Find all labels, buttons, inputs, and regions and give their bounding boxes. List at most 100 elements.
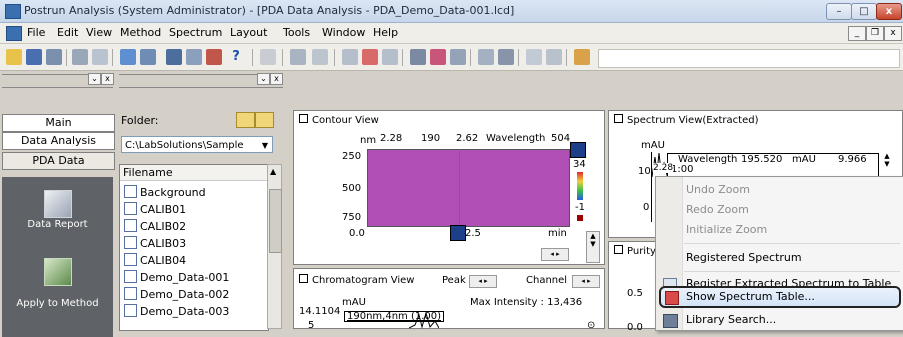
spectrum-tool-icon[interactable] [312,49,328,65]
window-box-icon [299,114,308,123]
list-item[interactable]: CALIB02 [124,219,186,233]
contour-xtick: min [548,228,567,239]
open-folder-icon[interactable] [6,49,22,65]
toolbar-separator [518,49,519,66]
menu-method[interactable]: Method [120,26,161,39]
sidebar-item-apply-to-method[interactable]: Apply to Method [2,298,113,309]
mdi-close-button[interactable]: x [884,26,902,41]
title-bar: Postrun Analysis (System Administrator) … [0,0,903,23]
cursor-marker-icon[interactable] [570,142,586,158]
purity-ytick: 0.0 [627,322,643,333]
chevron-down-icon[interactable]: ▼ [262,137,268,154]
mdi-restore-button[interactable]: ❐ [866,26,884,41]
table-icon[interactable] [342,49,358,65]
folder-label: Folder: [121,114,159,127]
peak-table-icon[interactable] [498,49,514,65]
list-item[interactable]: Demo_Data-002 [124,287,229,301]
purity-ytick: 0.5 [627,288,643,299]
report-icon[interactable] [526,49,542,65]
undo-icon[interactable] [260,49,276,65]
toolbar-input-field[interactable] [598,49,900,68]
tab-main[interactable]: Main [2,114,115,132]
explorer-menu-button[interactable]: ⌄ [257,73,270,85]
chromatogram-cursor-value: 14.1104 [299,306,341,317]
peak-nav-buttons[interactable]: ◂ ▸ [469,275,497,288]
list-item[interactable]: CALIB04 [124,253,186,267]
menu-edit[interactable]: Edit [57,26,78,39]
scale-low-swatch [577,215,583,221]
folder-icon[interactable] [236,112,255,128]
contour-icon[interactable] [410,49,426,65]
time-cursor-line[interactable] [459,149,460,225]
scrollbar-thumb[interactable] [269,189,282,253]
signature-icon[interactable] [574,49,590,65]
output-window-icon[interactable] [186,49,202,65]
contour-header-v1: 2.28 [380,133,403,144]
menu-window[interactable]: Window [322,26,365,39]
vertical-scroll-buttons[interactable]: ▲ ▼ [586,231,600,263]
menu-tools[interactable]: Tools [283,26,310,39]
chromatogram-icon[interactable] [450,49,466,65]
menu-view[interactable]: View [86,26,112,39]
menu-layout[interactable]: Layout [230,26,267,39]
cursor-icon[interactable]: ⊙ [587,320,595,331]
3d-view-icon[interactable] [430,49,446,65]
peak-integration-icon[interactable] [290,49,306,65]
list-item[interactable]: Demo_Data-003 [124,304,229,318]
library-icon[interactable] [546,49,562,65]
menu-item-show-spectrum-table[interactable]: Show Spectrum Table... [659,286,901,308]
window-box-icon [614,245,623,254]
sidebar-menu-button[interactable]: ⌄ [88,73,101,85]
folder-path-select[interactable]: C:\LabSolutions\Sample ▼ [121,136,273,153]
minimize-button[interactable]: – [826,3,852,20]
maximize-button[interactable]: □ [851,3,877,20]
filename-column-header[interactable]: Filename [120,165,268,181]
sidebar-item-data-report[interactable]: Data Report [2,219,113,230]
menu-spectrum[interactable]: Spectrum [169,26,222,39]
menu-item-undo-zoom[interactable]: Undo Zoom [656,179,903,201]
channel-nav-buttons[interactable]: ◂ ▸ [572,275,600,288]
print-preview-icon[interactable] [92,49,108,65]
tab-data-analysis[interactable]: Data Analysis [2,132,115,150]
menu-item-library-search[interactable]: Library Search... [656,310,903,330]
apply-method-icon[interactable] [44,258,72,286]
close-button[interactable]: x [876,3,902,20]
tab-pda-data[interactable]: PDA Data [2,152,115,170]
menu-item-redo-zoom[interactable]: Redo Zoom [656,199,903,221]
view-layout-icon[interactable] [120,49,136,65]
list-item[interactable]: CALIB03 [124,236,186,250]
file-list: Filename Background CALIB01 CALIB02 CALI… [119,164,269,331]
sidebar-close-button[interactable]: x [101,73,114,85]
mdi-minimize-button[interactable]: _ [848,26,866,41]
zoom-icon[interactable] [478,49,494,65]
folder-up-icon[interactable] [255,112,274,128]
print-icon[interactable] [72,49,88,65]
help-icon[interactable]: ? [228,49,244,65]
file-list-scrollbar[interactable]: ▲ [267,164,282,329]
spectrum-scroll-buttons[interactable]: ▲ ▼ [882,152,892,178]
menu-item-initialize-zoom[interactable]: Initialize Zoom [656,219,903,241]
scroll-up-icon[interactable]: ▲ [270,167,276,176]
menu-help[interactable]: Help [373,26,398,39]
time-marker-icon[interactable] [450,225,466,241]
list-item[interactable]: Demo_Data-001 [124,270,229,284]
red-table-icon[interactable] [362,49,378,65]
menu-file[interactable]: File [27,26,45,39]
save-icon[interactable] [26,49,42,65]
document-icon[interactable] [6,26,22,41]
explorer-close-button[interactable]: x [270,73,283,85]
window-title: Postrun Analysis (System Administrator) … [24,4,515,17]
binoculars-icon[interactable] [140,49,156,65]
compare-icon[interactable] [382,49,398,65]
pane-toggle-icon[interactable] [166,49,182,65]
menu-item-registered-spectrum[interactable]: Registered Spectrum [656,247,903,269]
chart-window-icon[interactable] [206,49,222,65]
report-icon[interactable] [44,190,72,218]
save-all-icon[interactable] [46,49,62,65]
list-item[interactable]: Background [124,185,206,199]
scroll-left-right-buttons[interactable]: ◂ ▸ [541,248,569,261]
contour-plot-area[interactable] [367,149,570,227]
chromatogram-view-title: Chromatogram View [299,274,414,286]
chromatogram-file-icon [124,304,137,317]
list-item[interactable]: CALIB01 [124,202,186,216]
